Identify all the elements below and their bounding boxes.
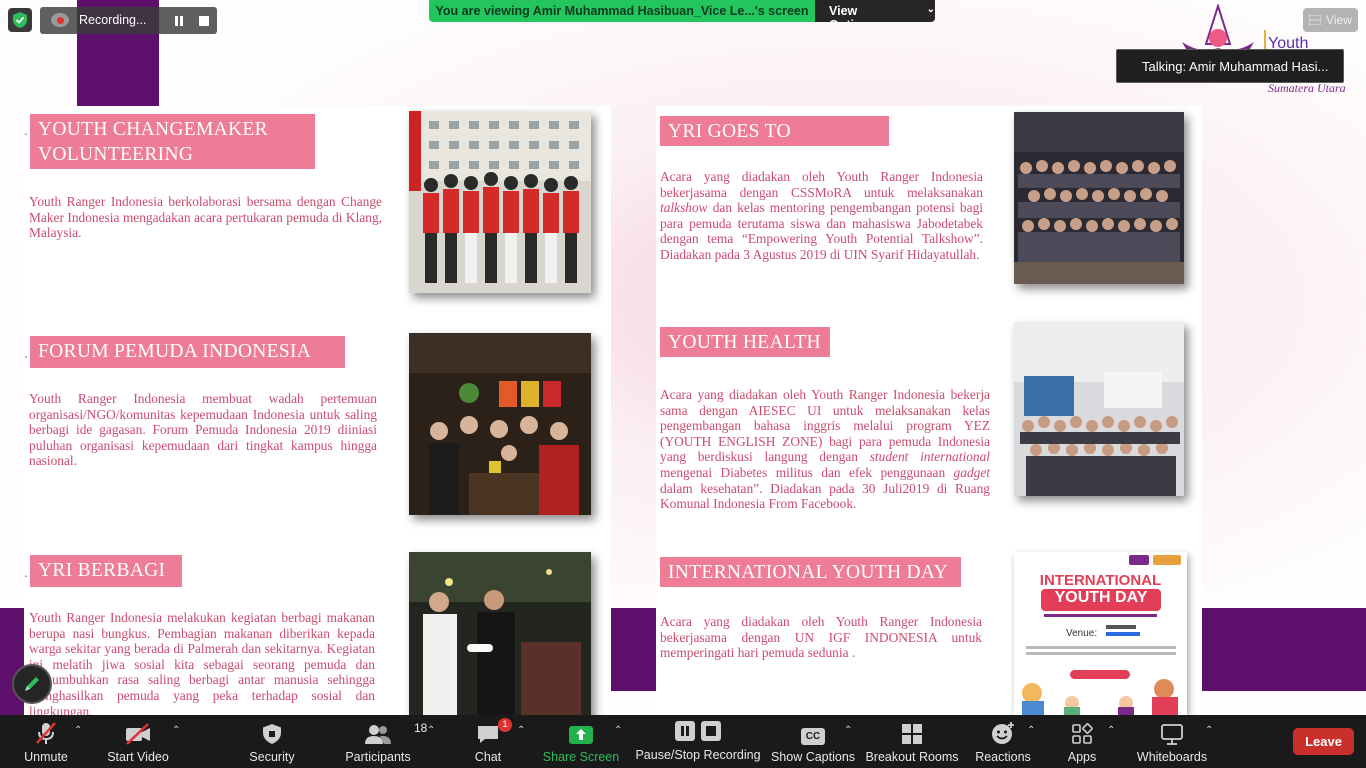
unmute-button[interactable]: Unmute xyxy=(18,715,74,768)
share-screen-button[interactable]: Share Screen xyxy=(543,715,619,768)
heading-forum-pemuda: FORUM PEMUDA INDONESIA xyxy=(30,336,345,368)
stop-recording-button[interactable] xyxy=(193,7,215,34)
chat-options-caret[interactable]: ⌃ xyxy=(517,725,525,736)
poster-venue: Venue: xyxy=(1066,628,1098,639)
logo-region: Sumatera Utara xyxy=(1268,81,1346,95)
participants-options-caret[interactable]: ⌃ xyxy=(427,725,435,736)
photo-youth-changemaker xyxy=(409,111,591,293)
chevron-down-icon: ⌄ xyxy=(926,4,935,15)
meeting-toolbar: Unmute ⌃ Start Video ⌃ Security 18 Parti… xyxy=(0,715,1366,768)
pause-recording-button[interactable] xyxy=(168,7,190,34)
leave-button[interactable]: Leave xyxy=(1293,728,1354,755)
text-yri-berbagi: Youth Ranger Indonesia melakukan kegiata… xyxy=(29,610,375,715)
recording-indicator: Recording... xyxy=(40,7,217,34)
share-screen-icon xyxy=(569,726,593,744)
heading-youth-changemaker: YOUTH CHANGEMAKER VOLUNTEERING xyxy=(30,114,315,169)
shield-icon xyxy=(263,724,281,744)
participants-count: 18 xyxy=(414,721,428,735)
stop-icon xyxy=(199,15,209,26)
bullet: . xyxy=(24,124,28,139)
bullet: . xyxy=(24,566,28,581)
chat-button[interactable]: 1 Chat xyxy=(469,715,512,768)
viewing-message: You are viewing Amir Muhammad Hasibuan_V… xyxy=(429,0,815,22)
text-youth-changemaker: Youth Ranger Indonesia berkolaborasi ber… xyxy=(29,194,382,241)
poster-title-line1: INTERNATIONAL xyxy=(1039,572,1162,589)
text-international-youth-day: Acara yang diadakan oleh Youth Ranger In… xyxy=(660,614,982,661)
show-captions-button[interactable]: CC Show Captions xyxy=(770,715,856,768)
heading-yri-berbagi: YRI BERBAGI I xyxy=(30,555,182,606)
purple-band-mid xyxy=(611,608,656,691)
pause-recording-icon xyxy=(675,721,695,741)
text-yri-goes-jakarta: Acara yang diadakan oleh Youth Ranger In… xyxy=(660,169,983,262)
reactions-icon xyxy=(992,722,1014,744)
slide-page-left: . YOUTH CHANGEMAKER VOLUNTEERING Youth Ra… xyxy=(24,106,611,715)
stop-recording-icon xyxy=(701,721,721,741)
pause-icon xyxy=(175,15,183,26)
captions-options-caret[interactable]: ⌃ xyxy=(844,725,852,736)
start-video-button[interactable]: Start Video xyxy=(106,715,170,768)
reactions-button[interactable]: Reactions xyxy=(974,715,1032,768)
view-layout-button[interactable]: View xyxy=(1303,8,1358,32)
text-forum-pemuda: Youth Ranger Indonesia membuat wadah per… xyxy=(29,391,377,469)
grid-view-icon xyxy=(1309,15,1322,25)
participants-icon xyxy=(365,725,391,744)
pencil-icon xyxy=(25,677,39,691)
mic-muted-icon xyxy=(36,722,56,744)
photo-youth-health xyxy=(1014,322,1184,496)
apps-icon xyxy=(1072,723,1093,744)
purple-band-right xyxy=(1202,608,1366,691)
whiteboards-options-caret[interactable]: ⌃ xyxy=(1205,725,1213,736)
shared-screen: Youth Sumatera Utara . YOUTH CHANGEMAKER… xyxy=(0,0,1366,715)
photo-yri-goes-jakarta xyxy=(1014,112,1184,284)
slide-page-right: YRI GOES TO JAKARTA Acara yang diadakan … xyxy=(656,106,1202,715)
security-button[interactable]: Security xyxy=(246,715,298,768)
video-off-icon xyxy=(126,723,150,745)
chat-icon xyxy=(478,726,498,743)
viewing-banner: You are viewing Amir Muhammad Hasibuan_V… xyxy=(429,0,935,22)
captions-icon: CC xyxy=(801,728,825,745)
recording-label: Recording... xyxy=(79,13,147,27)
breakout-rooms-button[interactable]: Breakout Rooms xyxy=(865,715,959,768)
heading-international-youth-day: INTERNATIONAL YOUTH DAY xyxy=(660,557,961,587)
whiteboards-button[interactable]: Whiteboards xyxy=(1134,715,1210,768)
annotate-pencil-button[interactable] xyxy=(12,664,52,704)
share-options-caret[interactable]: ⌃ xyxy=(614,725,622,736)
apps-options-caret[interactable]: ⌃ xyxy=(1107,725,1115,736)
video-options-caret[interactable]: ⌃ xyxy=(172,725,180,736)
pause-stop-recording-button[interactable]: Pause/Stop Recording xyxy=(635,715,761,768)
apps-button[interactable]: Apps xyxy=(1062,715,1102,768)
poster-international-youth-day: INTERNATIONAL YOUTH DAY Venue: xyxy=(1014,552,1187,715)
recording-icon xyxy=(51,13,69,27)
security-shield-icon[interactable] xyxy=(8,8,32,32)
photo-forum-pemuda xyxy=(409,333,591,515)
breakout-rooms-icon xyxy=(902,724,922,744)
poster-title-line2: YOUTH DAY xyxy=(1041,589,1161,611)
chat-badge: 1 xyxy=(498,718,512,732)
text-youth-health: Acara yang diadakan oleh Youth Ranger In… xyxy=(660,387,990,512)
whiteboard-icon xyxy=(1161,724,1183,745)
participants-button[interactable]: 18 Participants xyxy=(344,715,427,768)
talking-indicator: Talking: Amir Muhammad Hasi... xyxy=(1116,49,1344,83)
photo-yri-berbagi xyxy=(409,552,591,715)
audio-options-caret[interactable]: ⌃ xyxy=(74,725,82,736)
reactions-options-caret[interactable]: ⌃ xyxy=(1027,725,1035,736)
heading-yri-goes-jakarta: YRI GOES TO JAKARTA xyxy=(660,116,889,167)
heading-youth-health: YOUTH HEALTH xyxy=(660,327,830,357)
bullet: . xyxy=(24,347,28,362)
view-options-button[interactable]: View Options ⌄ xyxy=(815,0,935,22)
